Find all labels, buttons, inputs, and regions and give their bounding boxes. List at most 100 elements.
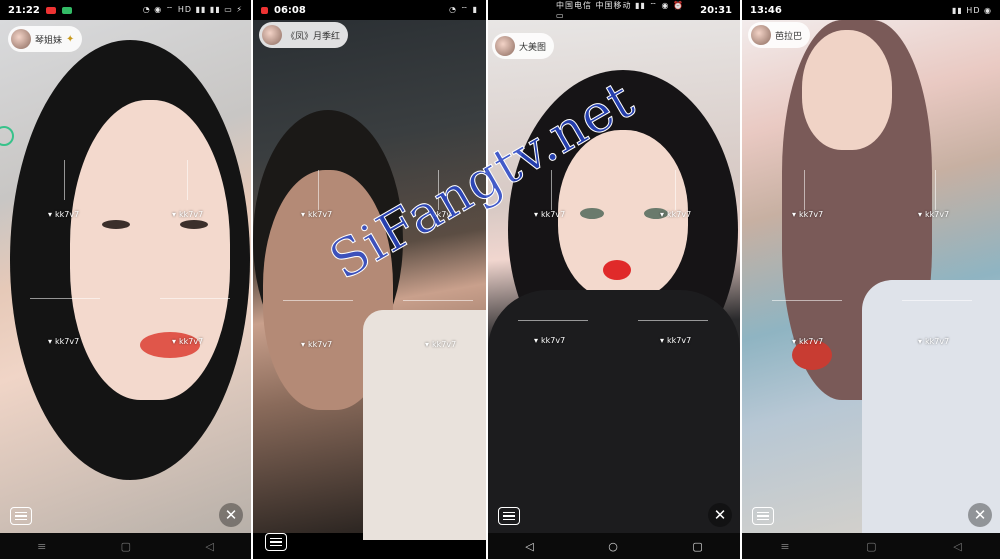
host-badge[interactable]: 大美图	[492, 33, 555, 59]
crosshair-mark	[772, 300, 842, 301]
chat-icon[interactable]	[10, 507, 32, 525]
stamp-label: ▾ kk7v7	[48, 337, 80, 346]
close-icon[interactable]: ✕	[968, 503, 992, 527]
live-stream-panel-1: 21:22 ◔ ◉ ⌔ HD ▮▮ ▮▮ ▭ ⚡ 琴姐妹 ✦ ▾ kk7v7 ▾ k…	[0, 0, 251, 559]
home-nav-button[interactable]: ○	[608, 540, 618, 553]
crosshair-mark	[64, 160, 65, 200]
bird-icon: ▾	[301, 210, 306, 219]
avatar	[495, 36, 515, 56]
chat-icon[interactable]	[265, 533, 287, 551]
menu-nav-button[interactable]: ≡	[780, 540, 789, 553]
crosshair-mark	[935, 170, 936, 210]
crosshair-mark	[438, 170, 439, 210]
crosshair-mark	[675, 170, 676, 210]
bird-icon: ▾	[172, 337, 177, 346]
home-nav-button[interactable]: ▢	[866, 540, 876, 553]
medal-icon: ✦	[66, 33, 75, 45]
nav-bar: ≡ ▢ ◁	[0, 533, 251, 559]
screenshot-collage: 21:22 ◔ ◉ ⌔ HD ▮▮ ▮▮ ▭ ⚡ 琴姐妹 ✦ ▾ kk7v7 ▾ k…	[0, 0, 1000, 559]
status-icons: 中国电信 中国移动 ▮▮ ⌔ ◉ ⏰ ▭	[556, 1, 684, 20]
notification-icon	[261, 6, 268, 14]
host-badge[interactable]: 芭拉巴	[748, 22, 811, 48]
face-shape	[802, 30, 892, 150]
stamp-label: ▾ kk7v7	[48, 210, 80, 219]
host-badge[interactable]: 琴姐妹 ✦	[8, 26, 83, 52]
status-time: 20:31	[700, 4, 732, 16]
stamp-label: ▾ kk7v7	[301, 210, 333, 219]
video-frame[interactable]	[253, 20, 486, 540]
video-frame[interactable]	[742, 20, 1000, 533]
status-time: 21:22	[8, 4, 40, 16]
host-name: 大美图	[519, 42, 547, 53]
lips	[603, 260, 631, 280]
crosshair-mark	[30, 298, 100, 299]
home-nav-button[interactable]: ▢	[121, 540, 131, 553]
chat-icon[interactable]	[498, 507, 520, 525]
back-nav-button[interactable]: ◁	[525, 540, 533, 553]
right-eye	[180, 220, 208, 229]
left-eye	[580, 208, 604, 219]
video-frame[interactable]	[488, 20, 740, 533]
app-icon	[61, 6, 72, 14]
bird-icon: ▾	[660, 336, 665, 345]
stamp-label: ▾ kk7v7	[425, 340, 457, 349]
close-icon[interactable]: ✕	[708, 503, 732, 527]
back-nav-button[interactable]: ◁	[953, 540, 961, 553]
crosshair-mark	[551, 170, 552, 210]
status-bar: 中国电信 中国移动 ▮▮ ⌔ ◉ ⏰ ▭ 20:31	[488, 0, 740, 20]
status-time: 13:46	[750, 4, 782, 16]
status-bar: 13:46 ▮▮ HD ◉	[742, 0, 1000, 20]
chat-icon[interactable]	[752, 507, 774, 525]
stamp-label: ▾ kk7v7	[660, 336, 692, 345]
video-frame[interactable]	[0, 20, 251, 533]
stamp-label: ▾ kk7v7	[792, 337, 824, 346]
bird-icon: ▾	[301, 340, 306, 349]
bird-icon: ▾	[425, 340, 430, 349]
host-name: 琴姐妹	[35, 35, 63, 46]
bird-icon: ▾	[918, 337, 923, 346]
back-nav-button[interactable]: ◁	[205, 540, 213, 553]
avatar	[11, 29, 31, 49]
crosshair-mark	[187, 160, 188, 200]
host-badge[interactable]: 《凤》月季红	[259, 22, 349, 48]
crosshair-mark	[160, 298, 230, 299]
bird-icon: ▾	[918, 210, 923, 219]
stamp-label: ▾ kk7v7	[172, 337, 204, 346]
close-icon[interactable]: ✕	[219, 503, 243, 527]
stamp-label: ▾ kk7v7	[792, 210, 824, 219]
status-icons: ▮▮ HD ◉	[951, 5, 992, 15]
live-stream-panel-2: 06:08 ◔ ⌔ ▮ 《凤》月季红 ▾ kk7v7 ▾ kk7v7 ▾ kk7v7 …	[253, 0, 486, 559]
top-shape	[488, 290, 740, 533]
stamp-label: ▾ kk7v7	[534, 210, 566, 219]
menu-nav-button[interactable]: ≡	[37, 540, 46, 553]
nav-bar: ◁ ○ ▢	[488, 533, 740, 559]
bird-icon: ▾	[534, 210, 539, 219]
status-time: 06:08	[274, 4, 306, 16]
notification-icon	[45, 6, 56, 14]
left-eye	[102, 220, 130, 229]
crosshair-mark	[318, 170, 319, 210]
bird-icon: ▾	[172, 210, 177, 219]
host-name: 芭拉巴	[775, 31, 803, 42]
bird-icon: ▾	[534, 336, 539, 345]
live-stream-panel-3: 中国电信 中国移动 ▮▮ ⌔ ◉ ⏰ ▭ 20:31 大美图 ▾ kk7v7 ▾ k…	[488, 0, 740, 559]
live-stream-panel-4: 13:46 ▮▮ HD ◉ 芭拉巴 ▾ kk7v7 ▾ kk7v7 ▾ kk7v7 ▾…	[742, 0, 1000, 559]
crosshair-mark	[518, 320, 588, 321]
status-icons: ◔ ◉ ⌔ HD ▮▮ ▮▮ ▭ ⚡	[142, 5, 243, 14]
dress-shape	[862, 280, 1000, 533]
bird-icon: ▾	[425, 210, 430, 219]
bird-icon: ▾	[792, 210, 797, 219]
nav-bar: ≡ ▢ ◁	[742, 533, 1000, 559]
bird-icon: ▾	[48, 210, 53, 219]
status-icons: ◔ ⌔ ▮	[449, 5, 478, 14]
stamp-label: ▾ kk7v7	[918, 210, 950, 219]
bird-icon: ▾	[48, 337, 53, 346]
stamp-label: ▾ kk7v7	[534, 336, 566, 345]
crosshair-mark	[638, 320, 708, 321]
stamp-label: ▾ kk7v7	[660, 210, 692, 219]
avatar	[262, 25, 282, 45]
crosshair-mark	[403, 300, 473, 301]
recent-nav-button[interactable]: ▢	[692, 540, 702, 553]
crosshair-mark	[804, 170, 805, 210]
stamp-label: ▾ kk7v7	[425, 210, 457, 219]
